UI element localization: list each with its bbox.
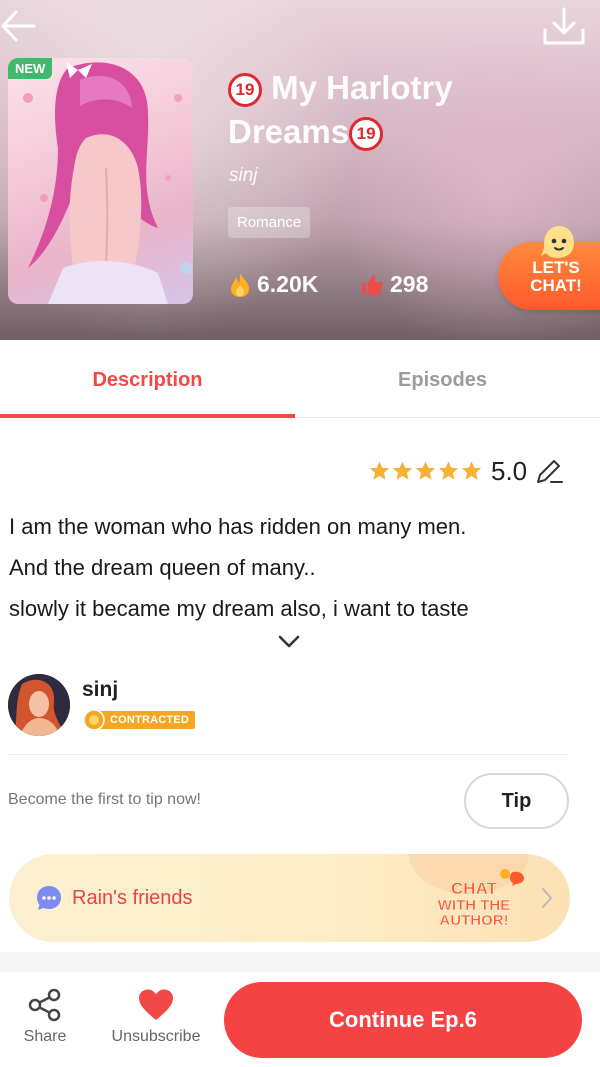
likes-value: 298: [390, 271, 429, 297]
author-name[interactable]: sinj: [82, 678, 118, 702]
share-label: Share: [23, 1028, 67, 1045]
star-icon: [438, 461, 459, 480]
views-count: 6.20K: [229, 271, 318, 298]
back-button[interactable]: [0, 6, 40, 46]
share-icon: [28, 988, 61, 1022]
chat-author-line: AUTHOR!: [439, 912, 509, 929]
author-avatar[interactable]: [8, 674, 70, 736]
bottom-action-bar: Share Unsubscribe Continue Ep.6: [0, 972, 600, 1067]
star-icon: [369, 461, 390, 480]
divider: [8, 754, 569, 755]
star-icon: [461, 461, 482, 480]
edit-pencil-icon[interactable]: [533, 455, 565, 487]
cover-image: NEW: [8, 58, 193, 304]
lets-chat-label: LET'S CHAT!: [530, 258, 582, 295]
star-icon: [392, 461, 413, 480]
flame-icon: [231, 272, 249, 297]
heart-icon: [139, 989, 173, 1020]
fan-group-banner[interactable]: Rain's friends CHAT WITH THE AUTHOR!: [9, 854, 570, 942]
back-arrow-icon: [1, 10, 36, 42]
tab-episodes[interactable]: Episodes: [295, 340, 590, 417]
download-icon: [543, 7, 585, 45]
contracted-badge: CONTRACTED: [82, 708, 195, 732]
continue-reading-button[interactable]: Continue Ep.6: [224, 982, 582, 1058]
cover-illustration: [23, 62, 192, 304]
section-separator: [0, 952, 600, 972]
unsubscribe-label: Unsubscribe: [111, 1028, 201, 1045]
description-line: I am the woman who has ridden on many me…: [9, 514, 467, 539]
author-name-header[interactable]: sinj: [229, 165, 258, 187]
views-value: 6.20K: [257, 271, 319, 297]
rating-value: 5.0: [491, 455, 528, 486]
description-text: I am the woman who has ridden on many me…: [9, 506, 589, 629]
genre-tag[interactable]: Romance: [228, 207, 311, 238]
contracted-label: CONTRACTED: [96, 711, 195, 729]
comic-header: NEW 19 My Harlotry Dreams 19 sinj Romance: [0, 0, 600, 340]
chat-author-line: CHAT: [451, 879, 497, 898]
share-button[interactable]: Share: [14, 988, 76, 1046]
description-line: slowly it became my dream also, i want t…: [9, 596, 469, 621]
rating[interactable]: 5.0: [368, 455, 565, 487]
tab-bar: Description Episodes: [0, 340, 600, 418]
chat-author-line: WITH THE: [437, 897, 511, 914]
fan-group-label: Rain's friends: [72, 887, 193, 909]
likes-count: 298: [360, 271, 428, 298]
chat-bubble-icon: [37, 886, 61, 910]
tip-prompt: Become the first to tip now!: [8, 791, 201, 808]
description-line: And the dream queen of many..: [9, 555, 316, 580]
star-icon: [415, 461, 436, 480]
unsubscribe-button[interactable]: Unsubscribe: [100, 988, 212, 1046]
new-badge: NEW: [8, 58, 53, 79]
thumbs-up-icon: [362, 274, 383, 295]
comic-title-text: My Harlotry Dreams: [228, 69, 453, 150]
age-rating-badge-end: 19: [349, 117, 384, 151]
age-rating-badge: 19: [228, 73, 262, 107]
chevron-right-icon: [542, 888, 552, 908]
download-button[interactable]: [540, 6, 588, 48]
contract-medal-icon: [83, 709, 105, 731]
tab-description[interactable]: Description: [0, 340, 295, 418]
expand-chevron-icon[interactable]: [276, 630, 302, 652]
tip-button[interactable]: Tip: [464, 773, 569, 829]
author-card[interactable]: sinj CONTRACTED: [8, 674, 578, 738]
chat-with-author-label: CHAT WITH THE AUTHOR!: [437, 879, 511, 929]
avatar-illustration: [8, 674, 70, 736]
chat-mascot-icon: [541, 226, 574, 258]
comic-title: 19 My Harlotry Dreams 19: [228, 66, 508, 154]
